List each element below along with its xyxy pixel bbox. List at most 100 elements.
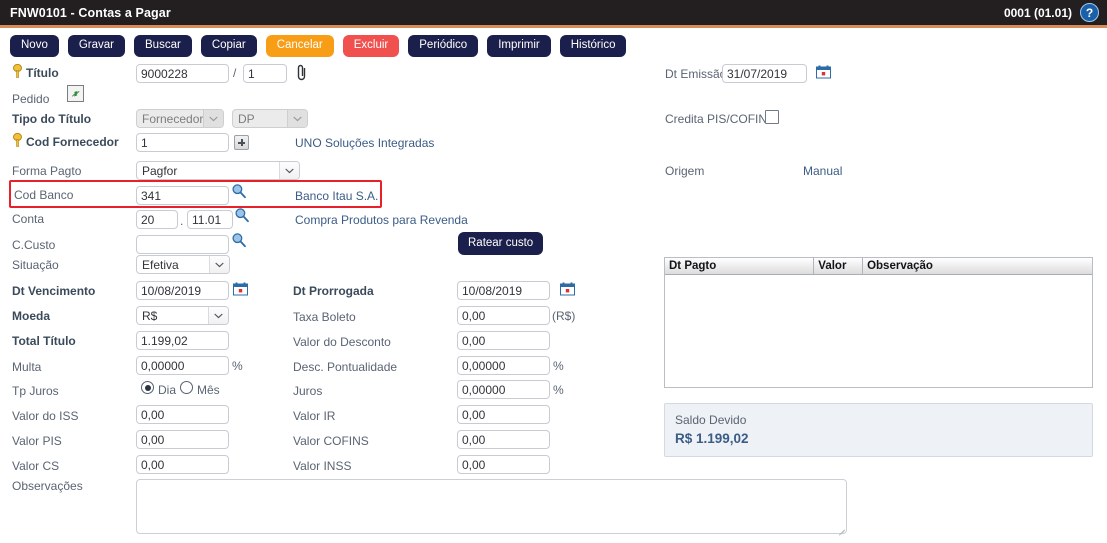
column-header-dt-pagto[interactable]: Dt Pagto [665, 258, 814, 274]
conta-input-1[interactable] [136, 210, 178, 229]
column-header-observacao[interactable]: Observação [863, 258, 1092, 274]
forma-pagto-value: Pagfor [142, 162, 177, 180]
taxa-boleto-input[interactable] [457, 306, 550, 325]
calendar-icon[interactable] [233, 282, 248, 296]
dt-emissao-input[interactable] [722, 64, 807, 83]
valor-desconto-label: Valor do Desconto [293, 335, 391, 349]
total-titulo-label: Total Título [12, 334, 76, 348]
origem-value: Manual [803, 164, 842, 178]
historico-button[interactable]: Histórico [560, 35, 627, 57]
valor-desconto-input[interactable] [457, 331, 550, 350]
cod-banco-input[interactable] [136, 186, 229, 205]
valor-inss-label: Valor INSS [293, 459, 351, 473]
desc-pontualidade-unit: % [553, 359, 564, 373]
conta-input-2[interactable] [187, 210, 233, 229]
valor-cofins-label: Valor COFINS [293, 434, 369, 448]
taxa-boleto-label: Taxa Boleto [293, 310, 356, 324]
taxa-boleto-unit: (R$) [552, 309, 575, 323]
titulo-parcela-input[interactable] [243, 64, 287, 83]
saldo-devido-panel: Saldo Devido R$ 1.199,02 [664, 403, 1093, 457]
dt-vencimento-input[interactable] [136, 281, 229, 300]
key-icon [12, 133, 23, 148]
juros-input[interactable] [457, 380, 550, 399]
gravar-button[interactable]: Gravar [68, 35, 125, 57]
multa-unit: % [232, 359, 243, 373]
version-label: 0001 (01.01) [1004, 6, 1072, 20]
valor-iss-label: Valor do ISS [12, 409, 78, 423]
chevron-down-icon [209, 256, 229, 273]
excluir-button[interactable]: Excluir [343, 35, 400, 57]
tipo-titulo-select-1[interactable]: Fornecedor [136, 109, 224, 128]
valor-ir-label: Valor IR [293, 409, 335, 423]
periodico-button[interactable]: Periódico [408, 35, 478, 57]
window-title: FNW0101 - Contas a Pagar [10, 6, 171, 20]
cod-banco-label: Cod Banco [14, 188, 73, 202]
dt-emissao-label: Dt Emissão [665, 67, 726, 81]
ccusto-input[interactable] [136, 235, 229, 254]
titulo-input[interactable] [136, 64, 229, 83]
payments-grid-body[interactable] [665, 275, 1092, 404]
dt-vencimento-label: Dt Vencimento [12, 284, 95, 298]
dt-prorrogada-input[interactable] [457, 281, 550, 300]
search-icon[interactable] [231, 183, 247, 199]
desc-pontualidade-input[interactable] [457, 356, 550, 375]
pedido-lookup-icon[interactable] [67, 85, 84, 102]
search-icon[interactable] [231, 232, 247, 248]
toolbar: Novo Gravar Buscar Copiar Cancelar Exclu… [0, 31, 1107, 61]
cod-fornecedor-input[interactable] [136, 133, 229, 152]
cancelar-button[interactable]: Cancelar [266, 35, 334, 57]
desc-pontualidade-label: Desc. Pontualidade [293, 360, 397, 374]
add-fornecedor-button[interactable] [234, 135, 249, 150]
valor-ir-input[interactable] [457, 405, 550, 424]
attachment-icon[interactable] [296, 64, 308, 82]
dt-prorrogada-label: Dt Prorrogada [293, 284, 374, 298]
juros-unit: % [553, 383, 564, 397]
valor-iss-input[interactable] [136, 405, 229, 424]
banco-descricao: Banco Itau S.A. [295, 189, 378, 203]
tipo-titulo-select-2[interactable]: DP [232, 109, 308, 128]
observacoes-textarea[interactable] [136, 479, 847, 534]
ratear-custo-button[interactable]: Ratear custo [458, 232, 543, 255]
origem-label: Origem [665, 164, 704, 178]
buscar-button[interactable]: Buscar [134, 35, 192, 57]
valor-cs-input[interactable] [136, 455, 229, 474]
window-titlebar: FNW0101 - Contas a Pagar 0001 (01.01) ? [0, 0, 1107, 28]
tp-juros-radio-mes[interactable] [180, 381, 193, 394]
credita-pis-cofins-checkbox[interactable] [765, 110, 779, 124]
chevron-down-icon [203, 110, 223, 127]
credita-pis-cofins-label: Credita PIS/COFINS [665, 112, 775, 126]
forma-pagto-label: Forma Pagto [12, 164, 81, 178]
valor-pis-label: Valor PIS [12, 434, 62, 448]
tp-juros-option-mes: Mês [197, 383, 220, 397]
tp-juros-radio-dia[interactable] [141, 381, 154, 394]
tipo-titulo-value-1: Fornecedor [142, 110, 203, 128]
situacao-value: Efetiva [142, 256, 179, 274]
multa-input[interactable] [136, 356, 229, 375]
valor-inss-input[interactable] [457, 455, 550, 474]
total-titulo-input[interactable] [136, 331, 229, 350]
conta-descricao: Compra Produtos para Revenda [295, 213, 468, 227]
moeda-select[interactable]: R$ [136, 306, 229, 325]
column-header-valor[interactable]: Valor [814, 258, 863, 274]
situacao-select[interactable]: Efetiva [136, 255, 230, 274]
observacoes-label: Observações [12, 479, 83, 493]
valor-pis-input[interactable] [136, 430, 229, 449]
tp-juros-option-dia: Dia [158, 383, 176, 397]
titulo-separator: / [233, 66, 236, 80]
calendar-icon[interactable] [560, 282, 575, 296]
copiar-button[interactable]: Copiar [201, 35, 257, 57]
forma-pagto-select[interactable]: Pagfor [136, 161, 300, 180]
valor-cofins-input[interactable] [457, 430, 550, 449]
chevron-down-icon [287, 110, 307, 127]
help-icon[interactable]: ? [1080, 3, 1099, 22]
novo-button[interactable]: Novo [10, 35, 59, 57]
imprimir-button[interactable]: Imprimir [487, 35, 551, 57]
moeda-label: Moeda [12, 309, 50, 323]
saldo-devido-label: Saldo Devido [675, 413, 746, 427]
tp-juros-label: Tp Juros [12, 384, 59, 398]
search-icon[interactable] [234, 207, 250, 223]
calendar-icon[interactable] [816, 65, 831, 79]
tipo-titulo-value-2: DP [238, 110, 255, 128]
moeda-value: R$ [142, 307, 157, 325]
saldo-devido-value: R$ 1.199,02 [675, 431, 749, 446]
